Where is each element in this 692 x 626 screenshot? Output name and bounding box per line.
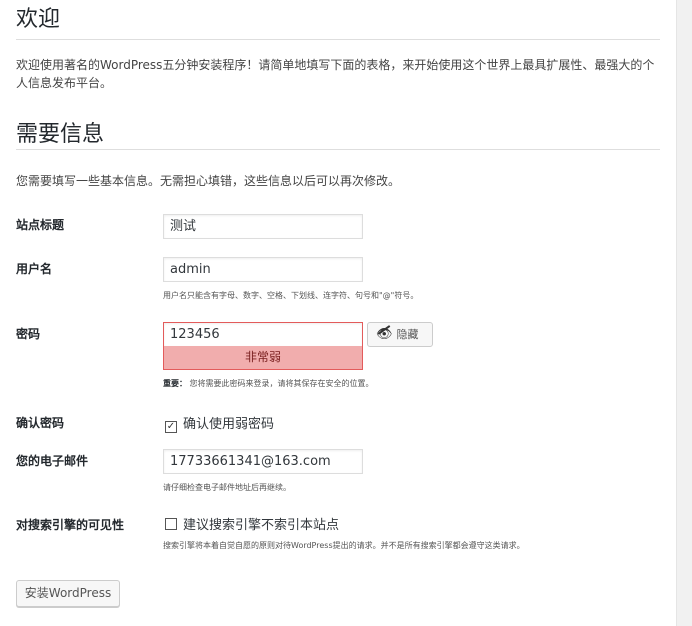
scrollbar[interactable] <box>676 0 692 626</box>
info-description: 您需要填写一些基本信息。无需担心填错，这些信息以后可以再次修改。 <box>16 174 401 188</box>
email-label: 您的电子邮件 <box>16 454 89 468</box>
email-input[interactable]: 17733661341@163.com <box>163 449 363 474</box>
site-title-label: 站点标题 <box>16 218 65 232</box>
divider <box>16 39 660 40</box>
confirm-weak-password-checkbox[interactable]: ✓ <box>165 421 177 433</box>
username-hint: 用户名只能含有字母、数字、空格、下划线、连字符、句号和"@"符号。 <box>163 291 419 300</box>
welcome-intro: 欢迎使用著名的WordPress五分钟安装程序！请简单地填写下面的表格，来开始使… <box>16 58 655 90</box>
email-hint: 请仔细检查电子邮件地址后再继续。 <box>163 483 291 492</box>
site-title-input[interactable]: 测试 <box>163 214 363 239</box>
confirm-password-label: 确认密码 <box>16 416 65 430</box>
password-hint-important: 重要： <box>163 379 187 388</box>
username-label: 用户名 <box>16 262 53 276</box>
password-label: 密码 <box>16 327 41 341</box>
search-visibility-hint: 搜索引擎将本着自觉自愿的原则对待WordPress提出的请求。并不是所有搜索引擎… <box>163 541 525 550</box>
confirm-weak-password-label: 确认使用弱密码 <box>183 417 275 432</box>
password-strength-meter: 非常弱 <box>163 346 363 370</box>
info-heading: 需要信息 <box>16 122 105 147</box>
discourage-search-row[interactable]: 建议搜索引擎不索引本站点 <box>165 514 339 533</box>
search-visibility-label: 对搜索引擎的可见性 <box>16 518 125 532</box>
discourage-search-label: 建议搜索引擎不索引本站点 <box>183 518 340 533</box>
install-page: 欢迎 欢迎使用著名的WordPress五分钟安装程序！请简单地填写下面的表格，来… <box>0 0 676 626</box>
discourage-search-checkbox[interactable] <box>165 518 177 530</box>
install-wordpress-button[interactable]: 安装WordPress <box>16 580 120 607</box>
eye-slash-icon: 👁 <box>376 323 393 346</box>
password-input[interactable]: 123456 <box>163 322 363 347</box>
hide-password-button[interactable]: 👁 隐藏 <box>367 322 433 347</box>
password-hint-text: 您将需要此密码来登录，请将其保存在安全的位置。 <box>189 379 374 388</box>
install-form-container: 欢迎 欢迎使用著名的WordPress五分钟安装程序！请简单地填写下面的表格，来… <box>16 0 660 607</box>
password-hint: 重要： 您将需要此密码来登录，请将其保存在安全的位置。 <box>163 378 374 389</box>
welcome-heading: 欢迎 <box>16 7 61 32</box>
username-input[interactable]: admin <box>163 257 363 282</box>
divider <box>16 149 660 150</box>
confirm-weak-password-row[interactable]: ✓ 确认使用弱密码 <box>165 413 274 433</box>
hide-password-label: 隐藏 <box>396 328 419 341</box>
